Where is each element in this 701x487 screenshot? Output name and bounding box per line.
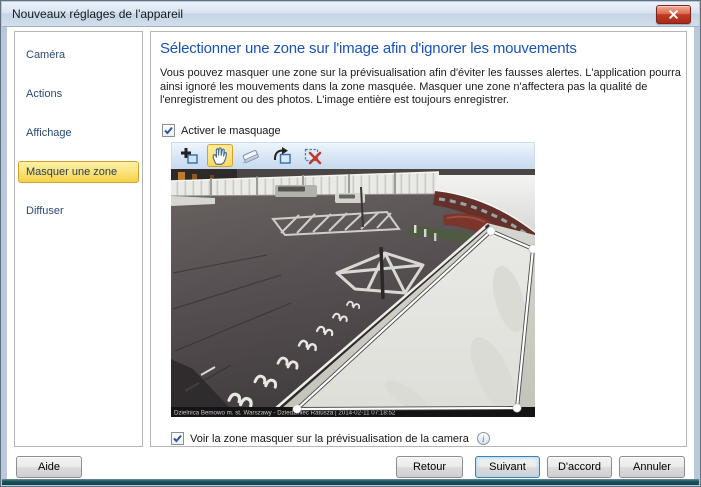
mask-toolbar: [171, 142, 535, 169]
window-title: Nouveaux réglages de l'appareil: [12, 7, 183, 21]
sidebar-item-affichage[interactable]: Affichage: [18, 122, 139, 144]
sidebar-item-masquer-une-zone[interactable]: Masquer une zone: [18, 161, 139, 183]
enable-mask-checkbox[interactable]: [162, 124, 175, 137]
show-mask-row: Voir la zone masquer sur la prévisualisa…: [171, 432, 490, 445]
hand-pan-icon: [209, 145, 231, 167]
back-button[interactable]: Retour: [396, 456, 463, 478]
checkmark-icon: [163, 125, 174, 136]
ok-button[interactable]: D'accord: [547, 456, 612, 478]
dialog-content: Caméra Actions Affichage Masquer une zon…: [7, 27, 694, 479]
mask-handle[interactable]: [529, 245, 535, 253]
eraser-button[interactable]: [238, 144, 264, 167]
sidebar-nav: Caméra Actions Affichage Masquer une zon…: [14, 31, 143, 447]
delete-zone-icon: [302, 145, 324, 167]
dialog-window: Nouveaux réglages de l'appareil Caméra A…: [0, 0, 701, 487]
info-icon[interactable]: i: [477, 432, 490, 445]
mask-handle[interactable]: [487, 227, 495, 235]
pan-tool-button[interactable]: [207, 144, 233, 167]
title-bar[interactable]: Nouveaux réglages de l'appareil: [2, 2, 699, 27]
show-mask-label: Voir la zone masquer sur la prévisualisa…: [190, 433, 469, 445]
mask-handle[interactable]: [293, 405, 301, 413]
delete-zone-button[interactable]: [300, 144, 326, 167]
sidebar-item-camera[interactable]: Caméra: [18, 44, 139, 66]
window-frame-bottom: [2, 479, 699, 485]
camera-preview-image: Dzielnica Bemowo m. st. Warszawy - Dzied…: [171, 169, 535, 417]
enable-mask-row: Activer le masquage: [162, 124, 281, 137]
next-button[interactable]: Suivant: [475, 456, 540, 478]
help-button[interactable]: Aide: [16, 456, 82, 478]
sidebar-item-diffuser[interactable]: Diffuser: [18, 200, 139, 222]
main-panel: Sélectionner une zone sur l'image afin d…: [150, 31, 687, 447]
add-zone-icon: [178, 145, 200, 167]
checkmark-icon: [172, 433, 183, 444]
page-title: Sélectionner une zone sur l'image afin d…: [160, 40, 577, 57]
paste-zone-button[interactable]: [269, 144, 295, 167]
add-zone-button[interactable]: [176, 144, 202, 167]
sidebar-item-actions[interactable]: Actions: [18, 83, 139, 105]
paste-zone-icon: [271, 145, 293, 167]
show-mask-checkbox[interactable]: [171, 432, 184, 445]
close-icon: [668, 9, 679, 20]
camera-preview[interactable]: Dzielnica Bemowo m. st. Warszawy - Dzied…: [171, 169, 535, 417]
page-description: Vous pouvez masquer une zone sur la prév…: [160, 67, 681, 108]
cancel-button[interactable]: Annuler: [619, 456, 685, 478]
enable-mask-label: Activer le masquage: [181, 125, 281, 137]
eraser-icon: [240, 145, 262, 167]
mask-handle[interactable]: [513, 404, 521, 412]
close-button[interactable]: [656, 5, 691, 24]
